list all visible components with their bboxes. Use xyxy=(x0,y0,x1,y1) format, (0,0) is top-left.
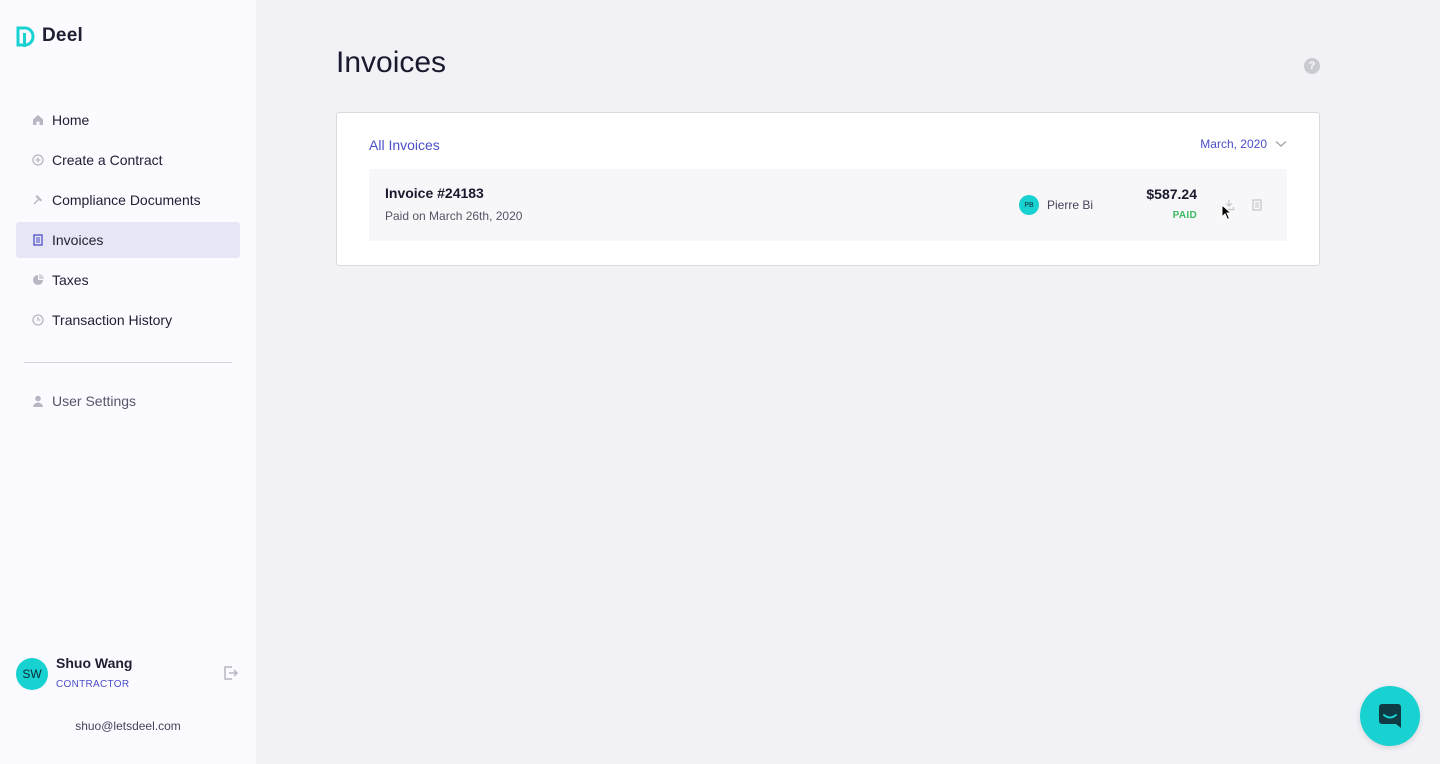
sidebar-item-label: Compliance Documents xyxy=(52,192,201,208)
sidebar-item-home[interactable]: Home xyxy=(16,102,240,138)
client-avatar: PB xyxy=(1019,195,1039,215)
sidebar-divider xyxy=(24,362,232,363)
invoice-paid-date: Paid on March 26th, 2020 xyxy=(385,209,523,223)
sidebar-item-compliance-documents[interactable]: Compliance Documents xyxy=(16,182,240,218)
sidebar-nav: Home Create a Contract Compliance Docume… xyxy=(16,102,240,342)
user-role: CONTRACTOR xyxy=(56,679,130,690)
sidebar-item-label: Transaction History xyxy=(52,312,173,328)
home-icon xyxy=(32,114,44,126)
user-icon xyxy=(32,395,44,407)
logout-icon[interactable] xyxy=(223,665,239,681)
sidebar-item-transaction-history[interactable]: Transaction History xyxy=(16,302,240,338)
help-icon[interactable]: ? xyxy=(1304,58,1320,74)
sidebar-item-label: Create a Contract xyxy=(52,152,163,168)
client-name: Pierre Bi xyxy=(1047,198,1094,212)
user-email: shuo@letsdeel.com xyxy=(75,719,181,733)
invoice-title: Invoice #24183 xyxy=(385,185,484,201)
document-icon xyxy=(32,234,44,246)
gavel-icon xyxy=(32,194,44,206)
chat-launcher-button[interactable] xyxy=(1360,686,1420,746)
user-name: Shuo Wang xyxy=(56,655,133,671)
sidebar-item-label: Invoices xyxy=(52,232,104,248)
sidebar-item-label: Taxes xyxy=(52,272,89,288)
sidebar-item-label: User Settings xyxy=(52,393,137,409)
deel-logo[interactable]: Deel xyxy=(16,25,83,47)
month-filter-value: March, 2020 xyxy=(1200,137,1267,151)
chevron-down-icon xyxy=(1275,141,1287,147)
sidebar-item-user-settings[interactable]: User Settings xyxy=(16,383,240,419)
invoices-card: All Invoices March, 2020 Invoice #24183 … xyxy=(336,112,1320,266)
tab-all-invoices[interactable]: All Invoices xyxy=(369,137,440,153)
sidebar-settings: User Settings xyxy=(16,383,240,423)
sidebar: Deel Home Create a Contract Compliance D… xyxy=(0,0,256,764)
logo-text: Deel xyxy=(42,25,83,46)
view-document-icon[interactable] xyxy=(1251,199,1263,211)
download-icon[interactable] xyxy=(1223,199,1235,211)
status-badge: PAID xyxy=(1172,210,1197,221)
sidebar-item-label: Home xyxy=(52,112,90,128)
sidebar-item-taxes[interactable]: Taxes xyxy=(16,262,240,298)
avatar[interactable]: SW xyxy=(16,658,48,690)
page-title: Invoices xyxy=(336,46,447,79)
sidebar-item-create-contract[interactable]: Create a Contract xyxy=(16,142,240,178)
invoice-row[interactable]: Invoice #24183 Paid on March 26th, 2020 … xyxy=(369,169,1287,241)
plus-circle-icon xyxy=(32,154,44,166)
invoice-amount: $587.24 xyxy=(1146,186,1197,202)
pie-chart-icon xyxy=(32,274,44,286)
deel-logo-icon xyxy=(16,26,35,47)
month-filter-dropdown[interactable]: March, 2020 xyxy=(1200,137,1287,151)
clock-icon xyxy=(32,314,44,326)
chat-icon xyxy=(1379,704,1401,728)
sidebar-item-invoices[interactable]: Invoices xyxy=(16,222,240,258)
